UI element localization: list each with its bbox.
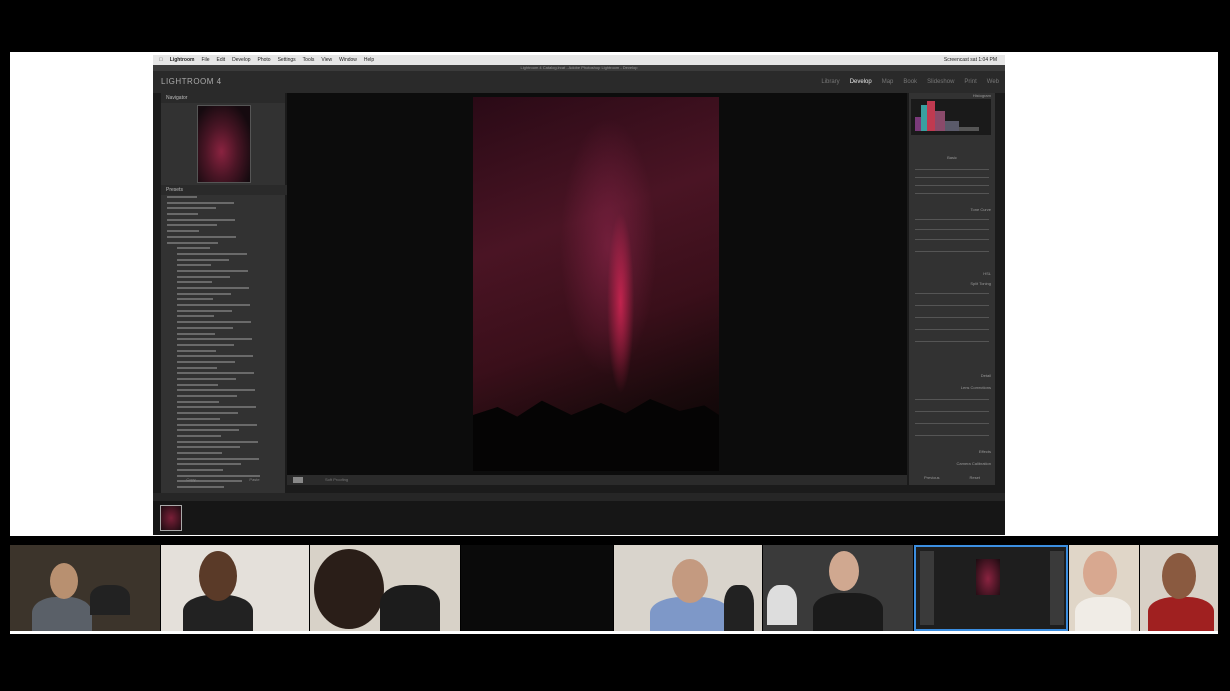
identity-plate: LIGHTROOM 4 Library Develop Map Book Sli… bbox=[153, 71, 1005, 93]
mac-menubar:  Lightroom File Edit Develop Photo Sett… bbox=[153, 55, 1005, 65]
participant-video-5[interactable] bbox=[614, 545, 762, 631]
menu-tools[interactable]: Tools bbox=[303, 57, 315, 63]
photo-mountain-silhouette bbox=[473, 399, 719, 471]
section-detail[interactable]: Detail bbox=[909, 373, 995, 378]
image-view[interactable] bbox=[287, 93, 907, 475]
module-map[interactable]: Map bbox=[882, 79, 894, 85]
right-panel-buttons: Previous Reset bbox=[909, 475, 995, 480]
histogram-header[interactable]: Histogram bbox=[909, 93, 995, 98]
menu-view[interactable]: View bbox=[321, 57, 332, 63]
develop-toolbar: Soft Proofing bbox=[287, 475, 907, 485]
participant-strip bbox=[10, 545, 1218, 631]
participant-video-3[interactable] bbox=[310, 545, 460, 631]
lightroom-window:  Lightroom File Edit Develop Photo Sett… bbox=[153, 55, 1005, 535]
main-photo[interactable] bbox=[473, 97, 719, 471]
navigator-preview[interactable] bbox=[197, 105, 251, 183]
view-mode-icon[interactable] bbox=[293, 477, 303, 483]
navigator-header[interactable]: Navigator bbox=[161, 93, 285, 103]
section-basic[interactable]: Basic bbox=[909, 155, 995, 160]
left-panel-buttons: Copy... Paste bbox=[161, 477, 285, 485]
menu-edit[interactable]: Edit bbox=[217, 57, 226, 63]
module-web[interactable]: Web bbox=[987, 79, 999, 85]
section-tone-curve[interactable]: Tone Curve bbox=[909, 207, 995, 212]
menu-photo[interactable]: Photo bbox=[258, 57, 271, 63]
module-library[interactable]: Library bbox=[821, 79, 839, 85]
section-split-toning[interactable]: Split Toning bbox=[909, 281, 995, 286]
histogram bbox=[911, 99, 991, 135]
menu-help[interactable]: Help bbox=[364, 57, 374, 63]
participant-video-6[interactable] bbox=[763, 545, 913, 631]
menu-window[interactable]: Window bbox=[339, 57, 357, 63]
lightroom-logo: LIGHTROOM 4 bbox=[161, 77, 222, 86]
soft-proofing-toggle[interactable]: Soft Proofing bbox=[325, 477, 348, 482]
section-hsl[interactable]: HSL bbox=[909, 271, 995, 276]
section-lens-corrections[interactable]: Lens Corrections bbox=[909, 385, 995, 390]
participant-video-7-screen-share[interactable] bbox=[914, 545, 1068, 631]
menu-file[interactable]: File bbox=[201, 57, 209, 63]
menu-app[interactable]: Lightroom bbox=[170, 57, 195, 63]
preset-list bbox=[167, 195, 281, 491]
section-camera-calibration[interactable]: Camera Calibration bbox=[909, 461, 995, 466]
menu-develop[interactable]: Develop bbox=[232, 57, 250, 63]
right-panel: Histogram Basic Tone Curve HSL Split Ton… bbox=[909, 93, 995, 485]
participant-strip-border bbox=[10, 631, 1218, 634]
menu-settings[interactable]: Settings bbox=[278, 57, 296, 63]
reset-button[interactable]: Reset bbox=[970, 475, 980, 480]
module-develop[interactable]: Develop bbox=[850, 79, 872, 85]
participant-video-2[interactable] bbox=[161, 545, 309, 631]
section-effects[interactable]: Effects bbox=[909, 449, 995, 454]
participant-video-4[interactable] bbox=[461, 545, 613, 631]
filmstrip-thumbnail[interactable] bbox=[160, 505, 182, 531]
preset-item[interactable] bbox=[167, 485, 281, 491]
module-slideshow[interactable]: Slideshow bbox=[927, 79, 954, 85]
module-print[interactable]: Print bbox=[964, 79, 976, 85]
filmstrip bbox=[153, 501, 1005, 535]
left-panel: Navigator Presets bbox=[161, 93, 295, 493]
presets-header[interactable]: Presets bbox=[161, 185, 295, 195]
module-picker: Library Develop Map Book Slideshow Print… bbox=[821, 79, 999, 85]
menubar-status: Screencast sat 1:04 PM bbox=[943, 57, 997, 63]
apple-icon[interactable]:  bbox=[159, 57, 163, 63]
copy-button[interactable]: Copy... bbox=[186, 477, 198, 485]
paste-button[interactable]: Paste bbox=[249, 477, 259, 485]
previous-button[interactable]: Previous bbox=[924, 475, 940, 480]
participant-video-1[interactable] bbox=[10, 545, 160, 631]
module-book[interactable]: Book bbox=[903, 79, 917, 85]
participant-video-9[interactable] bbox=[1140, 545, 1218, 631]
filmstrip-toolbar bbox=[153, 493, 1005, 501]
participant-video-8[interactable] bbox=[1069, 545, 1139, 631]
